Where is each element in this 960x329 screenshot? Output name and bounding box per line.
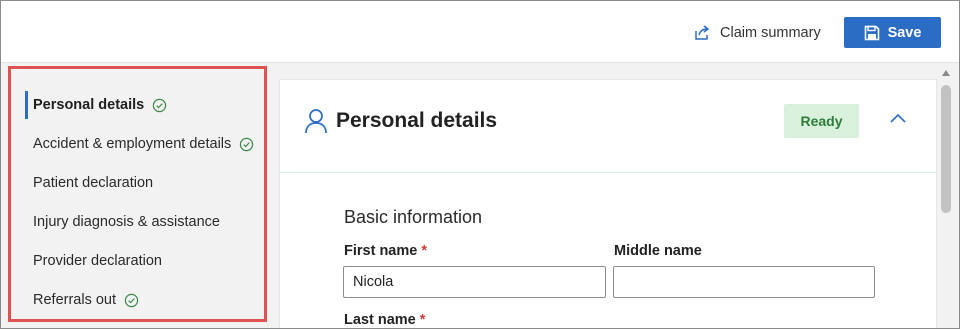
nav-item-label: Personal details <box>33 97 145 113</box>
nav-item-injury-diagnosis[interactable]: Injury diagnosis & assistance <box>33 207 220 237</box>
save-label: Save <box>887 24 922 41</box>
scroll-thumb[interactable] <box>941 85 951 213</box>
chevron-up-icon[interactable] <box>888 111 908 125</box>
personal-details-card: Personal details Ready Basic information… <box>279 79 937 328</box>
nav-item-label: Accident & employment details <box>33 136 232 152</box>
card-header: Personal details Ready <box>280 80 936 173</box>
person-icon <box>305 109 327 134</box>
status-badge: Ready <box>784 104 859 138</box>
middle-name-label: Middle name <box>614 243 702 259</box>
check-circle-icon <box>240 137 254 151</box>
nav-item-accident-employment[interactable]: Accident & employment details <box>33 129 254 159</box>
nav-item-label: Referrals out <box>33 292 117 308</box>
nav-item-label: Provider declaration <box>33 253 162 269</box>
section-title: Basic information <box>344 207 483 227</box>
middle-name-input[interactable] <box>613 266 875 298</box>
nav-item-provider-declaration[interactable]: Provider declaration <box>33 246 162 276</box>
floppy-disk-icon <box>864 25 879 40</box>
nav-item-patient-declaration[interactable]: Patient declaration <box>33 168 153 198</box>
check-circle-icon <box>153 98 167 112</box>
nav-item-label: Patient declaration <box>33 175 154 191</box>
last-name-label: Last name * <box>344 312 426 328</box>
required-marker: * <box>421 243 428 259</box>
claim-summary-label: Claim summary <box>720 25 821 41</box>
top-bar: Claim summary Save <box>1 1 959 63</box>
nav-item-label: Injury diagnosis & assistance <box>33 214 220 230</box>
nav-item-personal-details[interactable]: Personal details <box>33 90 167 120</box>
save-button[interactable]: Save <box>844 17 941 48</box>
claim-summary-link[interactable]: Claim summary <box>693 21 821 45</box>
section-nav: Personal details Accident & employment d… <box>8 66 267 322</box>
nav-item-referrals-out[interactable]: Referrals out <box>33 285 139 315</box>
required-marker: * <box>419 312 426 328</box>
first-name-label: First name * <box>344 243 428 259</box>
page-title: Personal details <box>336 109 498 132</box>
active-indicator <box>25 91 28 119</box>
check-circle-icon <box>124 293 139 307</box>
share-icon <box>695 25 710 40</box>
scroll-up-arrow-icon[interactable] <box>942 69 950 77</box>
vertical-scrollbar[interactable] <box>939 63 953 328</box>
first-name-input[interactable] <box>343 266 606 298</box>
app-window: Claim summary Save Personal details Acci… <box>0 0 960 329</box>
